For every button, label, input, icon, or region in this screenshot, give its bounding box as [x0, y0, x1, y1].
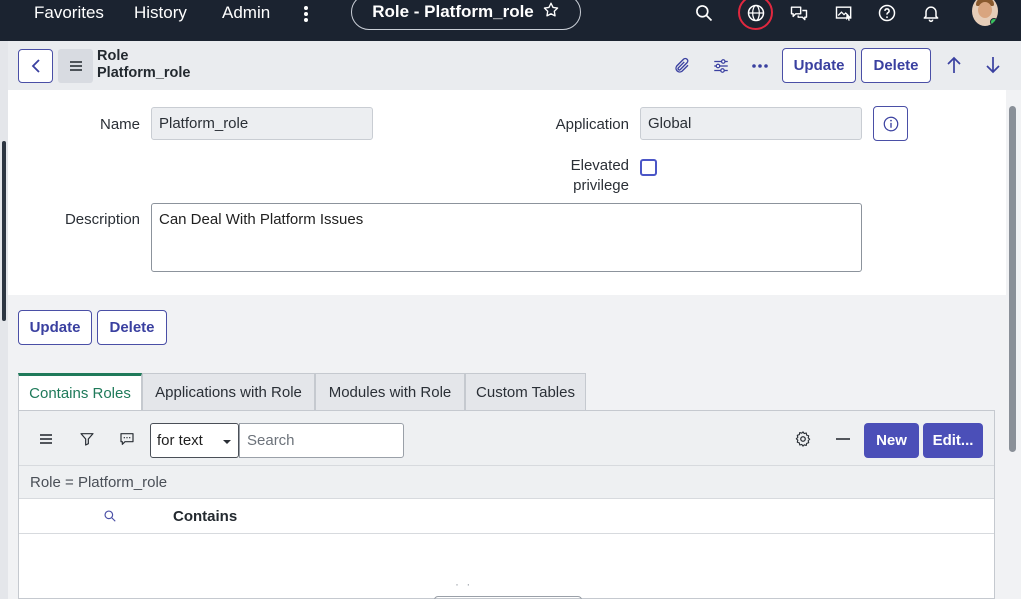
- gear-icon[interactable]: [793, 429, 813, 449]
- filter-icon[interactable]: [77, 429, 97, 449]
- tab-modules-with-role[interactable]: Modules with Role: [315, 373, 465, 410]
- context-title: Role - Platform_role: [372, 2, 534, 21]
- form-update-button[interactable]: Update: [18, 310, 92, 345]
- nav-admin[interactable]: Admin: [222, 3, 270, 23]
- attachment-icon[interactable]: [670, 54, 694, 78]
- search-icon[interactable]: [693, 2, 715, 24]
- search-field-value: for text: [157, 432, 203, 449]
- tab-applications-with-role[interactable]: Applications with Role: [142, 373, 315, 410]
- record-name: Platform_role: [97, 65, 191, 81]
- header-delete-button[interactable]: Delete: [861, 48, 931, 83]
- more-horizontal-icon[interactable]: [748, 54, 772, 78]
- chevron-down-icon: [223, 440, 231, 444]
- comment-icon[interactable]: [117, 429, 137, 449]
- list-header-row: Contains: [19, 499, 994, 534]
- elevated-privilege-checkbox[interactable]: [640, 159, 657, 176]
- loading-indicator: · ·: [455, 577, 473, 591]
- new-button[interactable]: New: [864, 423, 919, 458]
- description-label: Description: [64, 211, 140, 228]
- name-field[interactable]: Platform_role: [151, 107, 373, 140]
- screenshot-icon[interactable]: [833, 2, 855, 24]
- name-label: Name: [99, 116, 140, 133]
- nav-favorites[interactable]: Favorites: [34, 3, 104, 23]
- left-gutter: [0, 41, 8, 599]
- info-icon: [883, 116, 898, 131]
- header-update-button[interactable]: Update: [782, 48, 856, 83]
- globe-icon[interactable]: [745, 2, 767, 24]
- list-menu-icon[interactable]: [36, 429, 56, 449]
- search-field-select[interactable]: for text: [150, 423, 239, 458]
- menu-icon: [69, 61, 82, 71]
- more-vertical-icon[interactable]: [298, 4, 314, 24]
- settings-sliders-icon[interactable]: [709, 54, 733, 78]
- elevated-privilege-label: Elevated privilege: [528, 156, 629, 196]
- filter-breadcrumb[interactable]: Role = Platform_role: [19, 465, 994, 499]
- top-navigation-bar: Favorites History Admin Role - Platform_…: [0, 0, 1021, 41]
- context-pill[interactable]: Role - Platform_role: [351, 0, 581, 30]
- collapse-icon[interactable]: [833, 429, 853, 449]
- form-body: Name Platform_role Application Global El…: [8, 90, 1006, 295]
- description-textarea[interactable]: Can Deal With Platform Issues: [151, 203, 862, 272]
- back-icon: [31, 59, 40, 73]
- back-button[interactable]: [18, 49, 53, 83]
- record-table-name: Role: [97, 48, 129, 64]
- elevated-label-line1: Elevated: [570, 157, 629, 174]
- filter-breadcrumb-text[interactable]: Role = Platform_role: [30, 474, 167, 491]
- application-field[interactable]: Global: [640, 107, 862, 140]
- bell-icon[interactable]: [920, 2, 942, 24]
- form-delete-button[interactable]: Delete: [97, 310, 167, 345]
- elevated-label-line2: privilege: [573, 177, 629, 194]
- record-title: Role Platform_role: [97, 48, 190, 82]
- tab-custom-tables[interactable]: Custom Tables: [465, 373, 586, 410]
- form-menu-button[interactable]: [58, 49, 93, 83]
- help-icon[interactable]: [876, 2, 898, 24]
- page-scrollbar[interactable]: [1006, 90, 1021, 599]
- online-status-dot: [990, 18, 998, 26]
- arrow-down-icon[interactable]: [981, 53, 1005, 77]
- application-label: Application: [555, 116, 629, 133]
- chat-icon[interactable]: [788, 2, 810, 24]
- scrollbar-thumb[interactable]: [1009, 106, 1016, 452]
- star-icon[interactable]: [542, 1, 560, 23]
- list-toolbar: for text New Edit...: [19, 411, 994, 465]
- list-search-input[interactable]: [239, 423, 404, 458]
- form-header: Role Platform_role Update Delete: [8, 41, 1021, 90]
- arrow-up-icon[interactable]: [942, 53, 966, 77]
- column-header-contains[interactable]: Contains: [173, 508, 237, 525]
- column-search-icon[interactable]: [102, 508, 118, 524]
- nav-history[interactable]: History: [134, 3, 187, 23]
- application-info-button[interactable]: [873, 106, 908, 141]
- edit-button[interactable]: Edit...: [923, 423, 983, 458]
- related-list-panel: for text New Edit... Role = Platform_rol…: [18, 410, 995, 599]
- avatar[interactable]: [972, 0, 998, 26]
- tab-contains-roles[interactable]: Contains Roles: [18, 373, 142, 410]
